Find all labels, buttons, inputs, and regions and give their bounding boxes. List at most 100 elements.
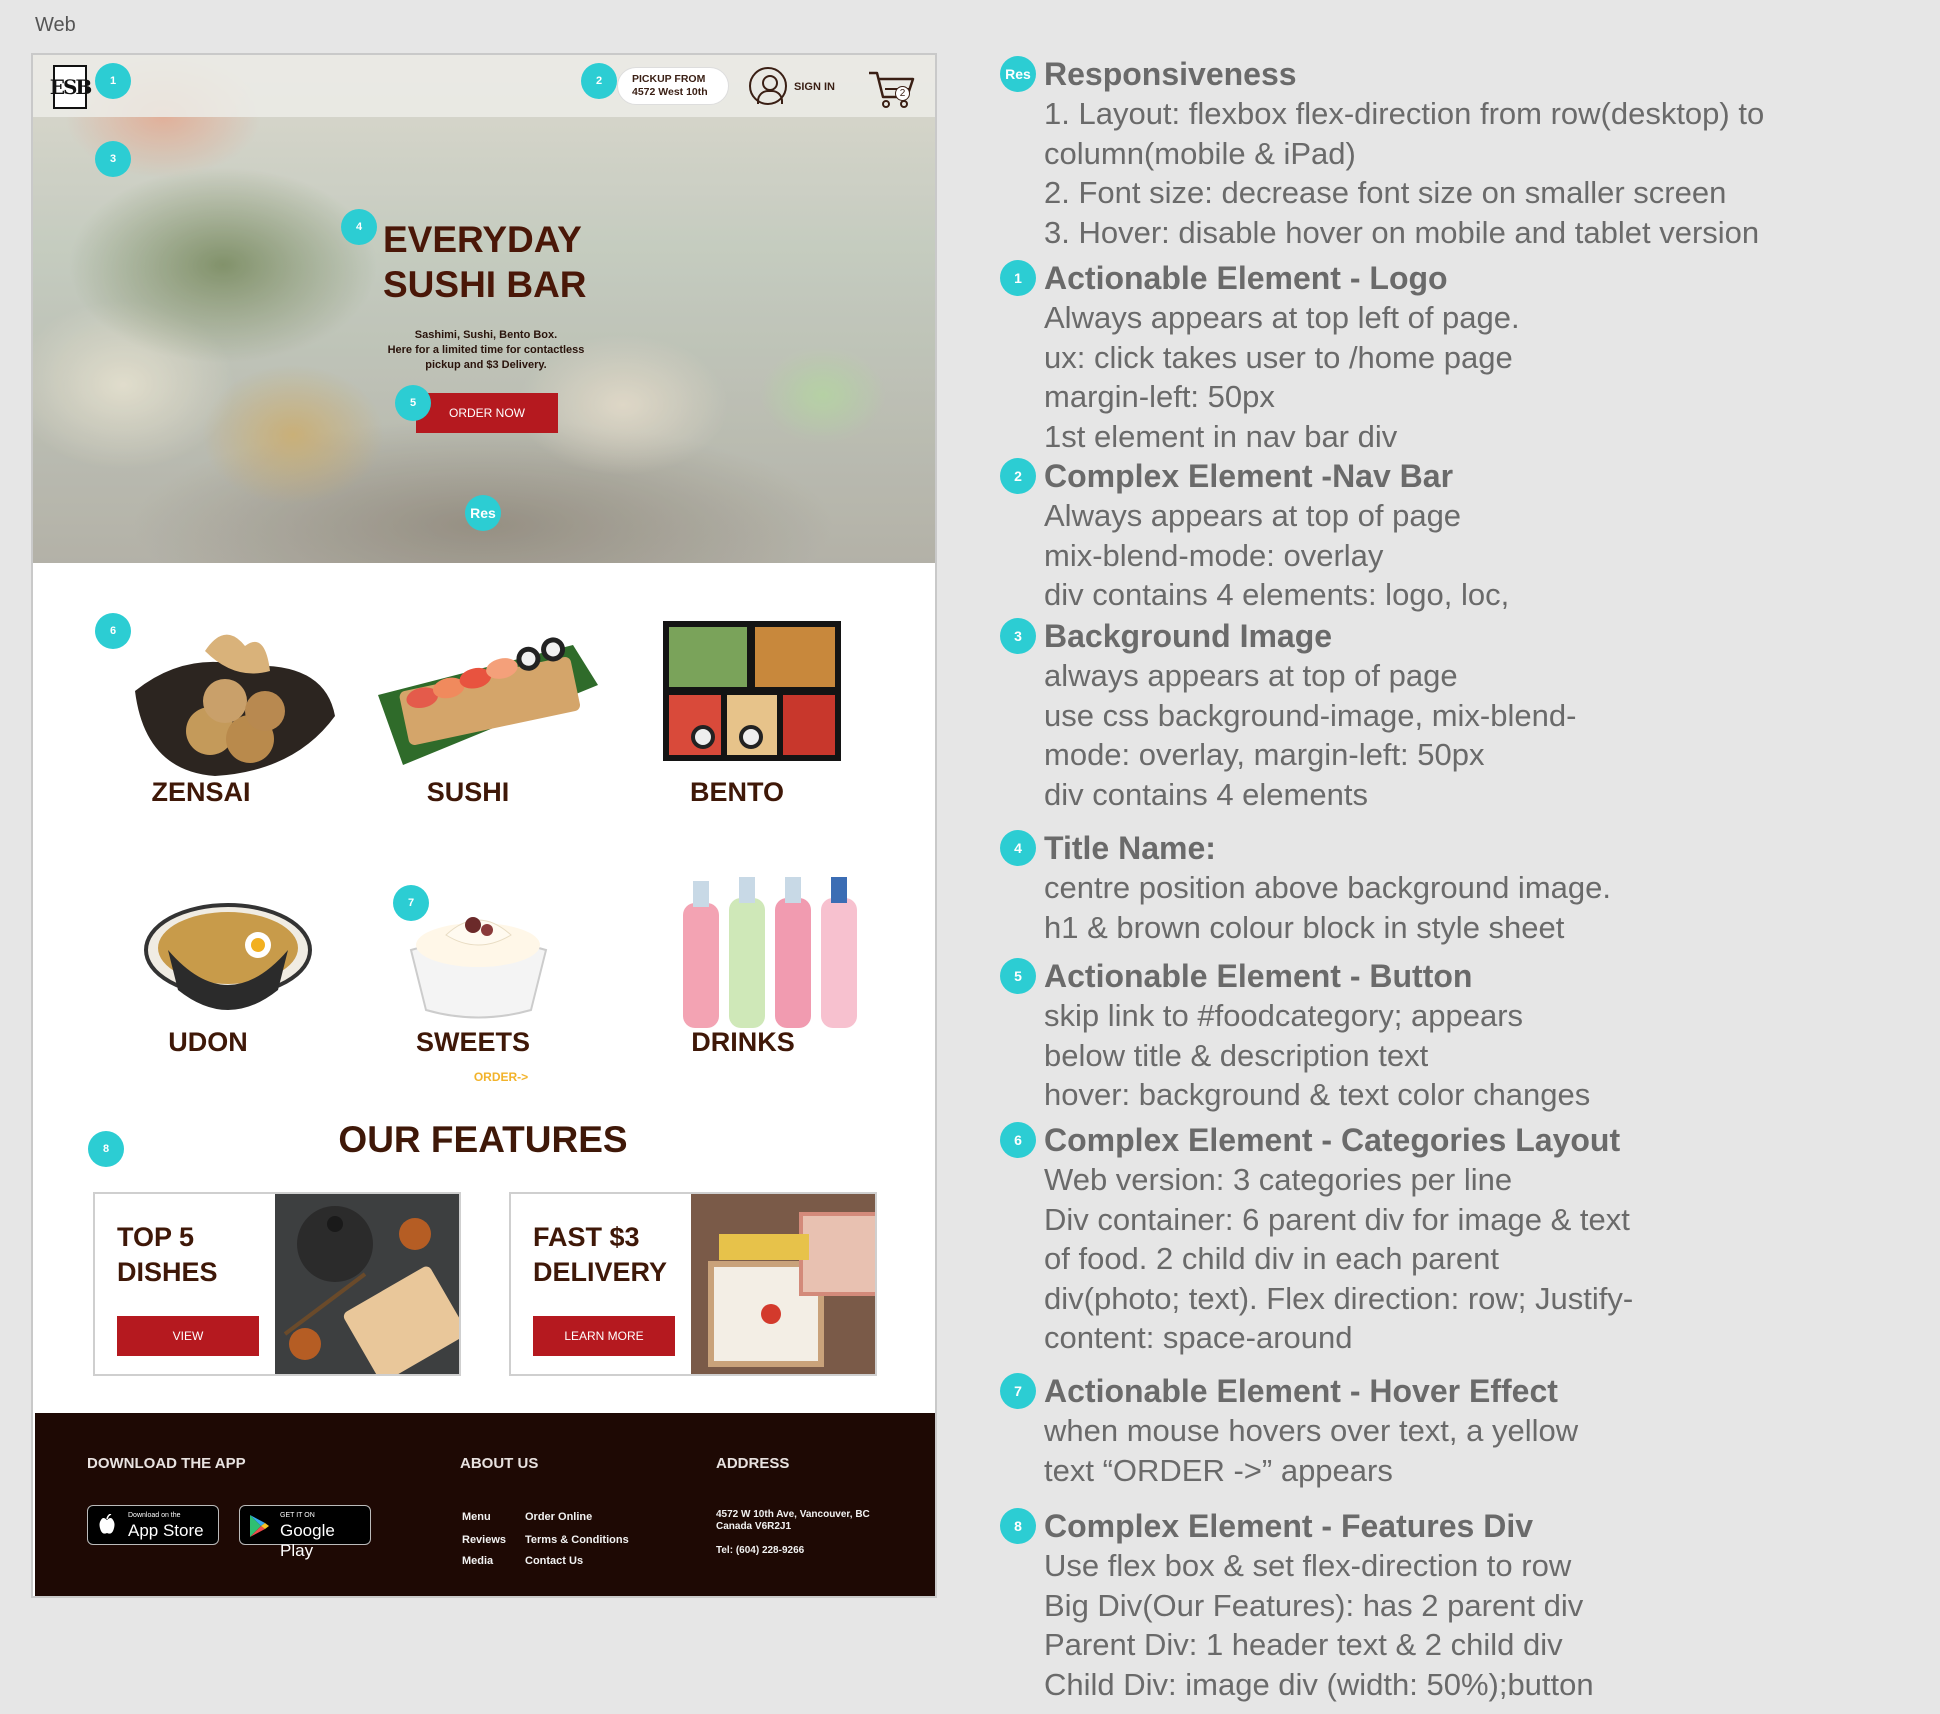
footer-about-heading: ABOUT US xyxy=(460,1455,539,1472)
hero-desc-line3: pickup and $3 Delivery. xyxy=(425,359,547,371)
footer-address-line1: 4572 W 10th Ave, Vancouver, BC xyxy=(716,1509,870,1520)
feature-heading-delivery: FAST $3 DELIVERY xyxy=(533,1220,693,1290)
annotation-heading: Responsiveness xyxy=(1044,56,1297,92)
footer: DOWNLOAD THE APP Download on the App Sto… xyxy=(35,1413,935,1596)
annotation-number: 1 xyxy=(1000,260,1036,296)
annotation-line: 2. Font size: decrease font size on smal… xyxy=(1044,175,1727,210)
sushi-image[interactable] xyxy=(373,615,603,785)
category-label-zensai[interactable]: ZENSAI xyxy=(101,777,301,808)
hero-title: EVERYDAY SUSHI BAR xyxy=(383,217,587,307)
annotation-hover-effect: 7 Actionable Element - Hover Effect when… xyxy=(1000,1371,1904,1490)
category-label-sweets[interactable]: SWEETS xyxy=(373,1027,573,1058)
feature-heading-line2: DISHES xyxy=(117,1257,218,1287)
annotation-line: centre position above background image. xyxy=(1044,870,1611,905)
annotation-number: 7 xyxy=(1000,1373,1036,1409)
feature-heading-line1: TOP 5 xyxy=(117,1222,195,1252)
cart-icon[interactable] xyxy=(867,69,917,109)
udon-image[interactable] xyxy=(138,890,318,1030)
footer-telephone: Tel: (604) 228-9266 xyxy=(716,1545,805,1556)
app-store-button[interactable]: Download on the App Store xyxy=(87,1505,219,1545)
annotation-number: 8 xyxy=(1000,1508,1036,1544)
learn-more-button[interactable]: LEARN MORE xyxy=(533,1316,675,1356)
annotation-line: margin-left: 50px xyxy=(1044,379,1275,414)
annotation-line: of food. 2 child div in each parent xyxy=(1044,1241,1499,1276)
order-now-button[interactable]: ORDER NOW xyxy=(416,393,558,433)
annotation-line: div contains 4 elements xyxy=(1044,776,1368,812)
annotation-line: hover: background & text color changes xyxy=(1044,1077,1591,1112)
delivery-image xyxy=(691,1194,875,1374)
top5-dishes-image xyxy=(275,1194,459,1374)
hero-background-image xyxy=(33,55,935,563)
annotation-line: always appears at top of page xyxy=(1044,658,1458,693)
annotation-badge-3: 3 xyxy=(95,141,131,177)
annotation-heading: Title Name: xyxy=(1044,830,1216,866)
annotation-badge-res: Res xyxy=(465,495,501,531)
annotation-line: skip link to #foodcategory; appears xyxy=(1044,998,1524,1033)
pickup-location[interactable]: PICKUP FROM 4572 West 10th xyxy=(617,67,729,105)
category-label-sushi[interactable]: SUSHI xyxy=(368,777,568,808)
annotation-number: 3 xyxy=(1000,618,1036,654)
bento-image[interactable] xyxy=(663,621,841,761)
footer-link-contact[interactable]: Contact Us xyxy=(525,1555,583,1567)
features-title: OUR FEATURES xyxy=(338,1119,628,1160)
annotation-number: 5 xyxy=(1000,958,1036,994)
zensai-image[interactable] xyxy=(125,621,345,781)
annotation-background-image: 3 Background Image always appears at top… xyxy=(1000,616,1904,814)
drinks-image[interactable] xyxy=(673,873,873,1033)
annotation-button: 5 Actionable Element - Button skip link … xyxy=(1000,956,1904,1115)
footer-link-reviews[interactable]: Reviews xyxy=(462,1534,506,1546)
footer-link-media[interactable]: Media xyxy=(462,1555,493,1567)
sign-in-link[interactable]: SIGN IN xyxy=(794,81,835,93)
annotation-line: h1 & brown colour block in style sheet xyxy=(1044,909,1565,945)
hero-title-line2: SUSHI BAR xyxy=(383,264,587,305)
annotation-line: when mouse hovers over text, a yellow xyxy=(1044,1413,1579,1448)
logo[interactable]: ESB xyxy=(50,65,92,109)
footer-link-menu[interactable]: Menu xyxy=(462,1511,491,1523)
annotation-number: 2 xyxy=(1000,458,1036,494)
order-hover-link[interactable]: ORDER-> xyxy=(451,1070,551,1084)
annotation-line: Always appears at top left of page. xyxy=(1044,300,1520,335)
annotation-number: Res xyxy=(1000,56,1036,92)
annotation-badge-5: 5 xyxy=(395,385,431,421)
annotation-heading: Complex Element - Categories Layout xyxy=(1044,1122,1621,1158)
annotation-line: div contains 4 elements: logo, loc, xyxy=(1044,577,1510,612)
apple-icon xyxy=(99,1514,115,1534)
hero-title-line1: EVERYDAY xyxy=(383,219,582,260)
annotation-nav-bar: 2 Complex Element -Nav Bar Always appear… xyxy=(1000,456,1904,615)
app-store-small-text: Download on the xyxy=(128,1512,181,1519)
hero-desc-line2: Here for a limited time for contactless xyxy=(387,344,585,356)
annotation-number: 6 xyxy=(1000,1122,1036,1158)
annotation-line: text “ORDER ->” appears xyxy=(1044,1452,1393,1488)
annotation-badge-6: 6 xyxy=(95,613,131,649)
annotation-badge-7: 7 xyxy=(393,885,429,921)
user-icon[interactable] xyxy=(749,67,787,105)
feature-heading-line1: FAST $3 xyxy=(533,1222,640,1252)
annotation-heading: Complex Element - Features Div xyxy=(1044,1508,1534,1544)
category-label-drinks[interactable]: DRINKS xyxy=(643,1027,843,1058)
annotation-heading: Actionable Element - Hover Effect xyxy=(1044,1373,1558,1409)
hero-desc-line1: Sashimi, Sushi, Bento Box. xyxy=(414,329,558,341)
view-button[interactable]: VIEW xyxy=(117,1316,259,1356)
pickup-label: PICKUP FROM xyxy=(632,73,706,85)
annotation-badge-8: 8 xyxy=(88,1131,124,1167)
feature-heading-line2: DELIVERY xyxy=(533,1257,668,1287)
google-play-small-text: GET IT ON xyxy=(280,1512,315,1519)
web-mockup-frame: ESB PICKUP FROM 4572 West 10th SIGN IN 2… xyxy=(31,53,937,1598)
annotation-line: Div container: 6 parent div for image & … xyxy=(1044,1201,1630,1237)
google-play-button[interactable]: GET IT ON Google Play xyxy=(239,1505,371,1560)
hero-description: Sashimi, Sushi, Bento Box. Here for a li… xyxy=(366,328,606,373)
feature-card-delivery: FAST $3 DELIVERY LEARN MORE xyxy=(509,1192,877,1376)
footer-link-order-online[interactable]: Order Online xyxy=(525,1511,592,1523)
pickup-address: 4572 West 10th xyxy=(632,86,708,98)
footer-link-terms[interactable]: Terms & Conditions xyxy=(525,1534,629,1546)
annotation-line: mode: overlay, margin-left: 50px xyxy=(1044,737,1485,772)
annotation-heading: Background Image xyxy=(1044,618,1333,654)
annotation-line: ux: click takes user to /home page xyxy=(1044,339,1513,375)
annotation-heading: Actionable Element - Logo xyxy=(1044,260,1448,296)
nav-bar: ESB PICKUP FROM 4572 West 10th SIGN IN 2 xyxy=(33,55,935,117)
category-label-udon[interactable]: UDON xyxy=(108,1027,308,1058)
annotation-line: 3. Hover: disable hover on mobile and ta… xyxy=(1044,214,1760,250)
cart-count-badge: 2 xyxy=(895,86,910,101)
annotation-badge-1: 1 xyxy=(95,63,131,99)
category-label-bento[interactable]: BENTO xyxy=(637,777,837,808)
